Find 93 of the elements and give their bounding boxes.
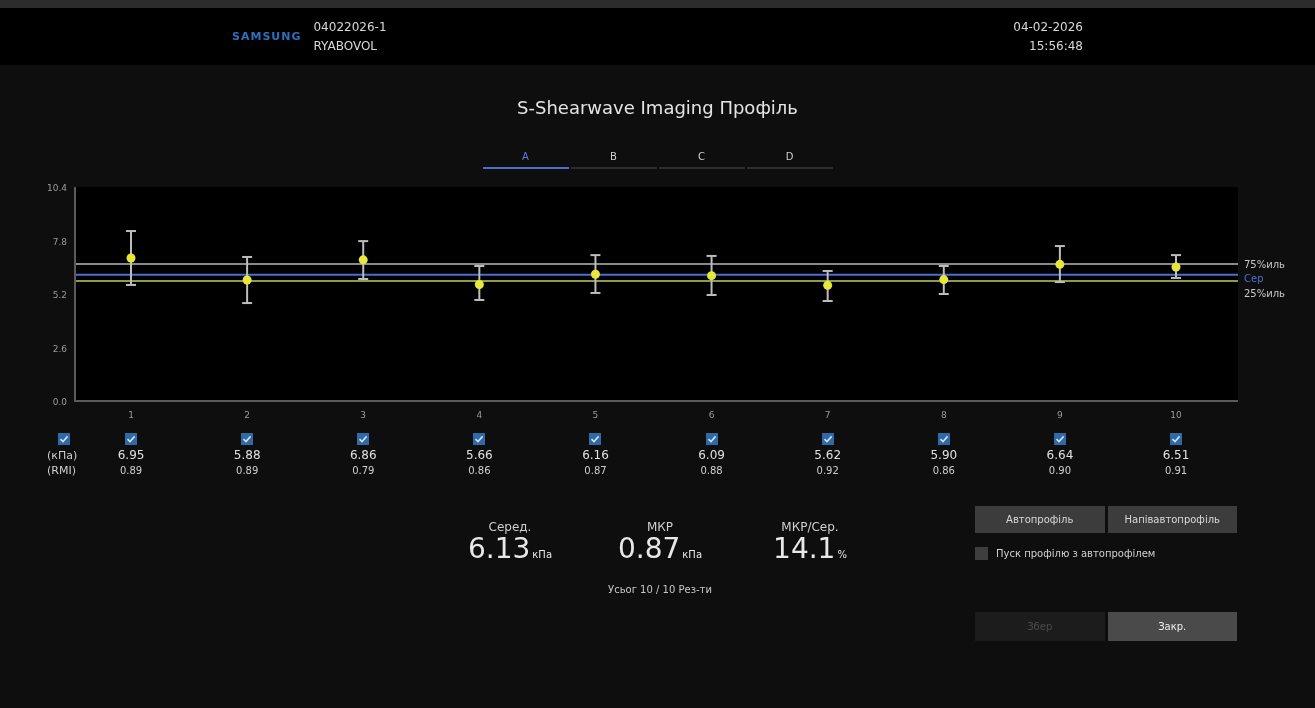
data-point	[1171, 262, 1181, 272]
stiffness-value: 5.62	[814, 448, 842, 463]
include-checkbox[interactable]	[473, 433, 486, 445]
include-checkbox[interactable]	[125, 433, 138, 445]
checkbox-label: Пуск профілю з автопрофілем	[996, 548, 1156, 559]
y-tick-label: 0.0	[52, 397, 67, 407]
select-all-checkbox[interactable]	[58, 433, 70, 445]
stat-value: 6.13 кПа	[468, 534, 552, 564]
error-bar	[1170, 254, 1182, 279]
y-tick-label: 7.8	[52, 236, 67, 247]
tab[interactable]: B	[570, 145, 657, 169]
error-bar	[125, 230, 137, 286]
tab[interactable]: A	[482, 145, 569, 169]
y-tick-label: 5.2	[52, 290, 67, 300]
error-bar	[473, 265, 486, 301]
rmi-value: 0.92	[816, 463, 839, 478]
rmi-value: 0.88	[700, 463, 723, 478]
stiffness-value: 6.51	[1162, 448, 1190, 463]
include-checkbox[interactable]	[357, 433, 370, 445]
include-checkbox[interactable]	[1053, 433, 1066, 445]
profile-button[interactable]: Напівавтопрофіль	[1107, 506, 1237, 533]
tab[interactable]: D	[746, 145, 833, 169]
stiffness-value: 6.95	[117, 448, 145, 463]
stat-value: 0.87 кПа	[618, 534, 702, 564]
row-label: (кПа)	[46, 449, 78, 462]
auto-start-checkbox[interactable]	[975, 547, 988, 560]
rmi-value: 0.89	[236, 463, 259, 478]
data-point	[474, 280, 484, 290]
rmi-value: 0.86	[932, 463, 955, 478]
data-point	[939, 275, 949, 285]
stat-value: 14.1%	[773, 534, 847, 564]
error-bar	[241, 255, 254, 305]
error-bar	[705, 254, 718, 297]
action-button[interactable]: Закр.	[1107, 612, 1237, 641]
y-tick-label: 2.6	[52, 343, 67, 354]
x-tick-label: 10	[1170, 410, 1182, 420]
reference-label: Сер	[1244, 272, 1264, 284]
patient-name: RYABOVOL	[313, 37, 379, 55]
stiffness-value: 6.09	[698, 448, 725, 463]
rmi-value: 0.91	[1164, 463, 1188, 478]
results-count: Усьог 10 / 10 Рез-ти	[608, 584, 712, 595]
data-point	[242, 275, 252, 285]
include-checkbox[interactable]	[937, 433, 950, 445]
data-point	[823, 280, 833, 290]
rmi-value: 0.87	[584, 463, 607, 478]
profile-button[interactable]: Автопрофіль	[975, 506, 1105, 533]
stiffness-value: 5.66	[466, 448, 493, 463]
include-checkbox[interactable]	[1170, 433, 1183, 445]
patient-id: 04022026-1	[313, 18, 387, 36]
stiffness-value: 6.64	[1046, 448, 1074, 463]
error-bar	[937, 265, 950, 295]
include-checkbox[interactable]	[589, 433, 602, 445]
data-point	[1055, 259, 1065, 269]
include-checkbox[interactable]	[241, 433, 254, 445]
stat-label: МКР/Сер.	[781, 520, 839, 534]
error-bar	[1053, 245, 1066, 284]
stat-label: Серед.	[488, 520, 532, 534]
rmi-value: 0.89	[119, 463, 143, 478]
x-tick-label: 6	[708, 410, 715, 420]
error-bar	[589, 254, 602, 294]
error-bar	[357, 240, 370, 280]
x-tick-label: 4	[476, 410, 483, 420]
x-tick-label: 9	[1057, 410, 1063, 420]
stat-label: МКР	[646, 520, 674, 534]
rmi-value: 0.90	[1048, 463, 1072, 478]
x-tick-label: 8	[940, 410, 947, 420]
stiffness-value: 6.86	[349, 448, 377, 463]
x-tick-label: 7	[824, 410, 831, 420]
time: 15:56:48	[1029, 37, 1083, 55]
data-point	[358, 255, 368, 265]
reference-label: 75%иль	[1244, 258, 1285, 270]
reference-label: 25%иль	[1244, 288, 1285, 300]
logo: SAMSUNG	[232, 30, 302, 43]
stiffness-value: 6.16	[582, 448, 609, 463]
x-tick-label: 1	[128, 410, 134, 420]
row-label: (RMI)	[46, 464, 76, 477]
include-checkbox[interactable]	[821, 433, 834, 445]
x-tick-label: 3	[360, 410, 367, 420]
date: 04-02-2026	[1013, 18, 1083, 36]
x-tick-label: 5	[592, 410, 599, 420]
stiffness-value: 5.90	[930, 448, 958, 463]
y-tick-label: 10.4	[46, 183, 67, 193]
data-point	[590, 269, 600, 279]
include-checkbox[interactable]	[705, 433, 718, 445]
error-bar	[821, 269, 834, 302]
data-point	[126, 253, 136, 263]
stiffness-value: 5.88	[233, 448, 261, 463]
rmi-value: 0.79	[352, 463, 375, 478]
tab[interactable]: C	[658, 145, 745, 169]
x-tick-label: 2	[244, 410, 250, 420]
rmi-value: 0.86	[468, 463, 491, 478]
data-point	[707, 271, 717, 281]
page-title: S-Shearwave Imaging Профіль	[517, 97, 798, 120]
